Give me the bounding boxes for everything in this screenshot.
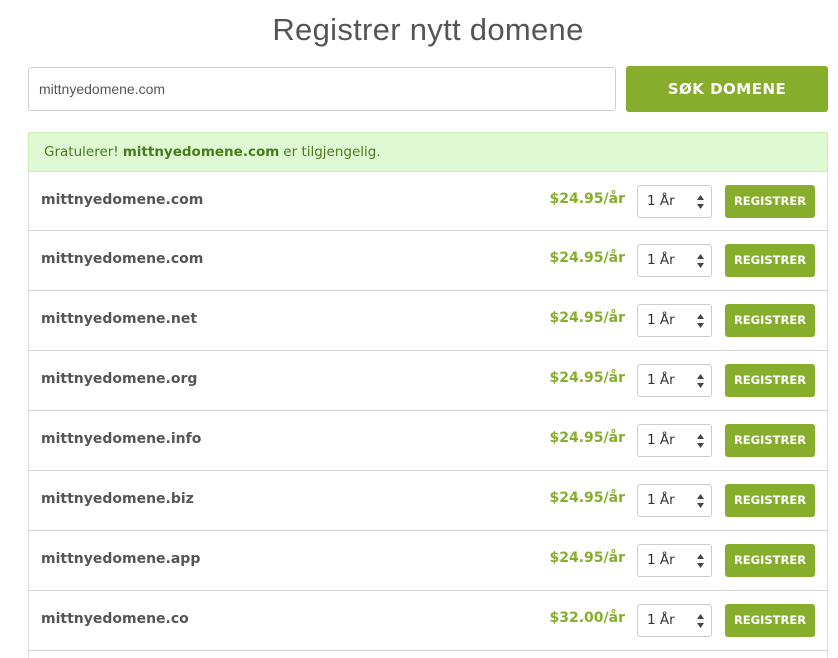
- alert-suffix: er tilgjengelig.: [283, 144, 381, 160]
- updown-arrows-icon: [697, 254, 704, 268]
- period-select[interactable]: 1 År: [637, 185, 712, 218]
- domain-name: mittnyedomene.org: [41, 371, 198, 387]
- register-button[interactable]: REGISTRER: [725, 244, 815, 277]
- register-button[interactable]: REGISTRER: [725, 424, 815, 457]
- domain-row: mittnyedomene.biz $24.95/år 1 År REGISTR…: [29, 471, 827, 531]
- domain-name: mittnyedomene.com: [41, 192, 204, 208]
- period-select[interactable]: 1 År: [637, 304, 712, 337]
- updown-arrows-icon: [697, 374, 704, 388]
- period-value: 1 År: [647, 492, 675, 508]
- page-title: Registrer nytt domene: [272, 12, 584, 47]
- period-value: 1 År: [647, 372, 675, 388]
- period-value: 1 År: [647, 193, 675, 209]
- domain-price: $24.95/år: [549, 191, 626, 207]
- domain-name: mittnyedomene.biz: [41, 491, 194, 507]
- domain-row: mittnyedomene.com $24.95/år 1 År REGISTR…: [29, 231, 827, 291]
- register-button[interactable]: REGISTRER: [725, 304, 815, 337]
- period-select[interactable]: 1 År: [637, 424, 712, 457]
- domain-row: mittnyedomene.app $24.95/år 1 År REGISTR…: [29, 531, 827, 591]
- updown-arrows-icon: [697, 614, 704, 628]
- domain-name: mittnyedomene.com: [41, 251, 204, 267]
- period-value: 1 År: [647, 252, 675, 268]
- domain-price: $24.95/år: [549, 550, 626, 566]
- domain-price: $24.95/år: [549, 250, 626, 266]
- period-value: 1 År: [647, 612, 675, 628]
- domain-price: $32.00/år: [549, 610, 626, 626]
- period-select[interactable]: 1 År: [637, 484, 712, 517]
- domain-row: mittnyedomene.com $24.95/år 1 År REGISTR…: [29, 171, 827, 231]
- domain-price: $24.95/år: [549, 310, 626, 326]
- register-button[interactable]: REGISTRER: [725, 185, 815, 218]
- domain-price: $24.95/år: [549, 490, 626, 506]
- alert-domain: mittnyedomene.com: [122, 144, 280, 160]
- domain-row: mittnyedomene.co $32.00/år 1 År REGISTRE…: [29, 591, 827, 651]
- availability-alert: Gratulerer! mittnyedomene.com er tilgjen…: [28, 132, 828, 172]
- period-select[interactable]: 1 År: [637, 364, 712, 397]
- updown-arrows-icon: [697, 314, 704, 328]
- domain-name: mittnyedomene.info: [41, 431, 202, 447]
- updown-arrows-icon: [697, 494, 704, 508]
- alert-prefix: Gratulerer!: [44, 144, 119, 160]
- period-value: 1 År: [647, 312, 675, 328]
- domain-row: mittnyedomene.org $24.95/år 1 År REGISTR…: [29, 351, 827, 411]
- updown-arrows-icon: [697, 434, 704, 448]
- domain-name: mittnyedomene.co: [41, 611, 189, 627]
- updown-arrows-icon: [697, 195, 704, 209]
- register-button[interactable]: REGISTRER: [725, 604, 815, 637]
- domain-row: mittnyedomene.net $24.95/år 1 År REGISTR…: [29, 291, 827, 351]
- register-button[interactable]: REGISTRER: [725, 484, 815, 517]
- updown-arrows-icon: [697, 554, 704, 568]
- register-button[interactable]: REGISTRER: [725, 544, 815, 577]
- period-value: 1 År: [647, 432, 675, 448]
- period-select[interactable]: 1 År: [637, 244, 712, 277]
- domain-name: mittnyedomene.app: [41, 551, 201, 567]
- domain-name: mittnyedomene.net: [41, 311, 198, 327]
- period-select[interactable]: 1 År: [637, 544, 712, 577]
- search-domain-button[interactable]: SØK DOMENE: [626, 66, 828, 112]
- period-value: 1 År: [647, 552, 675, 568]
- domain-price: $24.95/år: [549, 430, 626, 446]
- domain-search-input[interactable]: [28, 67, 616, 111]
- register-button[interactable]: REGISTRER: [725, 364, 815, 397]
- domain-register-page: Registrer nytt domene SØK DOMENE Gratule…: [0, 0, 838, 658]
- period-select[interactable]: 1 År: [637, 604, 712, 637]
- domain-row: mittnyedomene.info $24.95/år 1 År REGIST…: [29, 411, 827, 471]
- domain-price: $24.95/år: [549, 370, 626, 386]
- domain-results-list: mittnyedomene.com $24.95/år 1 År REGISTR…: [28, 171, 828, 658]
